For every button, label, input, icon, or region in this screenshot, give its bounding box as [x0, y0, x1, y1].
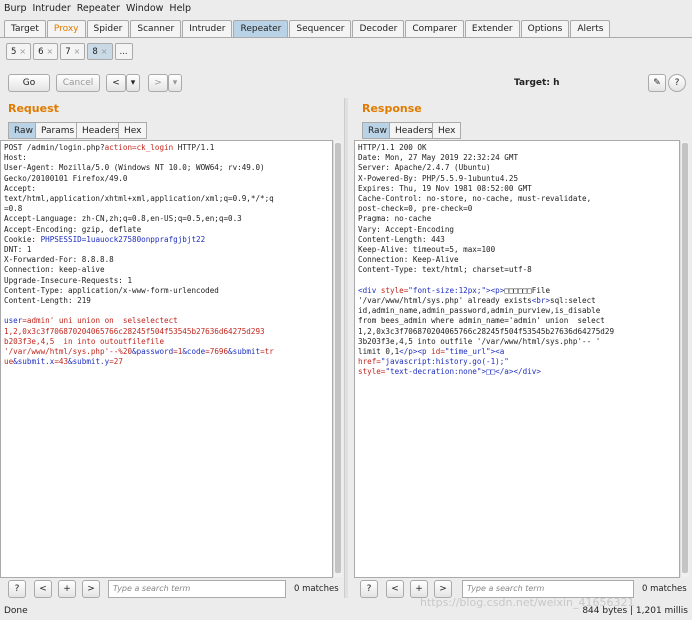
- request-text: HTTP/1.1 Host: User-Agent: Mozilla/5.0 (…: [4, 143, 274, 244]
- body-key: &submit: [228, 347, 261, 357]
- subtab-label: 6: [38, 46, 44, 57]
- request-text: POST /admin/login.php?: [4, 143, 105, 152]
- search-prev-button[interactable]: <: [34, 580, 52, 598]
- subtab-5[interactable]: 5 ×: [6, 43, 32, 60]
- tab-repeater[interactable]: Repeater: [233, 20, 289, 37]
- html-tag: <div: [358, 285, 381, 295]
- subtab-8[interactable]: 8 ×: [87, 43, 113, 60]
- response-editor[interactable]: HTTP/1.1 200 OK Date: Mon, 27 May 2019 2…: [354, 140, 680, 578]
- html-tag: >□□</a></div>: [481, 367, 541, 377]
- response-headers: HTTP/1.1 200 OK Date: Mon, 27 May 2019 2…: [358, 143, 592, 275]
- menu-window[interactable]: Window: [126, 3, 163, 14]
- request-tab-params[interactable]: Params: [35, 122, 81, 139]
- target-label: Target: h: [514, 78, 560, 88]
- body-key: &code: [182, 347, 206, 357]
- search-input[interactable]: Type a search term: [108, 580, 286, 598]
- menu-intruder[interactable]: Intruder: [32, 3, 70, 14]
- subtab-label: 5: [11, 46, 17, 57]
- tab-options[interactable]: Options: [520, 20, 570, 37]
- request-search-bar: ? < + > Type a search term 0 matches: [0, 580, 344, 598]
- tab-intruder[interactable]: Intruder: [182, 20, 233, 37]
- subtab-7[interactable]: 7 ×: [60, 43, 86, 60]
- forward-menu-button[interactable]: ▾: [168, 74, 182, 92]
- close-icon[interactable]: ×: [47, 47, 54, 56]
- body-key: &submit.y: [68, 357, 110, 367]
- tab-proxy[interactable]: Proxy: [46, 20, 86, 37]
- cancel-button[interactable]: Cancel: [56, 74, 100, 92]
- html-value: "time_url": [444, 347, 491, 357]
- html-value: "text-decration:none": [385, 367, 482, 377]
- search-matches: 0 matches: [294, 584, 339, 594]
- tab-decoder[interactable]: Decoder: [352, 20, 405, 37]
- html-tag: <br>: [531, 296, 551, 306]
- search-add-button[interactable]: +: [58, 580, 76, 598]
- html-attr: href=: [358, 357, 381, 367]
- html-tag: </p><p: [399, 347, 432, 357]
- menu-bar: Burp Intruder Repeater Window Help: [0, 0, 692, 16]
- subtab-6[interactable]: 6 ×: [33, 43, 59, 60]
- tab-scanner[interactable]: Scanner: [130, 20, 182, 37]
- body-value: =43: [54, 357, 69, 367]
- back-menu-button[interactable]: ▾: [126, 74, 140, 92]
- tab-divider: [0, 37, 692, 38]
- close-icon[interactable]: ×: [74, 47, 81, 56]
- response-title: Response: [362, 102, 422, 115]
- go-button[interactable]: Go: [8, 74, 50, 92]
- tab-target[interactable]: Target: [4, 20, 46, 37]
- repeater-subtabs: 5 × 6 × 7 × 8 × ...: [6, 43, 135, 60]
- html-tag: ><a: [490, 347, 505, 357]
- html-tag: ><p>: [486, 285, 505, 295]
- request-editor[interactable]: POST /admin/login.php?action=ck_login HT…: [0, 140, 333, 578]
- response-scrollbar[interactable]: [680, 141, 689, 577]
- request-text: DNT: 1 X-Forwarded-For: 8.8.8.8 Connecti…: [4, 245, 219, 306]
- body-key: user: [4, 316, 23, 326]
- html-attr: id=: [431, 347, 445, 357]
- close-icon[interactable]: ×: [101, 47, 108, 56]
- tab-extender[interactable]: Extender: [464, 20, 520, 37]
- menu-repeater[interactable]: Repeater: [77, 3, 120, 14]
- tab-alerts[interactable]: Alerts: [570, 20, 611, 37]
- html-attr: style=: [358, 367, 386, 377]
- body-value: =27: [109, 357, 123, 367]
- edit-target-icon[interactable]: ✎: [648, 74, 666, 92]
- tab-spider[interactable]: Spider: [86, 20, 130, 37]
- request-cookie: PHPSESSID=1uauock27580onpprafgjbjt22: [40, 234, 206, 244]
- close-icon[interactable]: ×: [19, 47, 26, 56]
- forward-button[interactable]: >: [148, 74, 168, 92]
- subtab-label: 8: [92, 46, 98, 57]
- back-button[interactable]: <: [106, 74, 126, 92]
- search-help-icon[interactable]: ?: [8, 580, 26, 598]
- body-value: =1: [173, 347, 183, 357]
- search-matches: 0 matches: [642, 584, 687, 594]
- tab-sequencer[interactable]: Sequencer: [289, 20, 352, 37]
- body-value: =7696: [205, 347, 229, 357]
- status-right: 844 bytes | 1,201 millis: [582, 606, 688, 616]
- status-bar: Done 844 bytes | 1,201 millis: [0, 604, 692, 620]
- response-tab-hex[interactable]: Hex: [432, 122, 462, 139]
- search-help-icon[interactable]: ?: [360, 580, 378, 598]
- request-scrollbar[interactable]: [333, 141, 342, 577]
- html-value: "javascript:history.go(-1);": [380, 357, 509, 367]
- split-divider[interactable]: [344, 98, 348, 598]
- menu-help[interactable]: Help: [169, 3, 191, 14]
- toolbar: Go Cancel < ▾ > ▾ Target: h ✎ ?: [8, 74, 688, 94]
- main-tabs: Target Proxy Spider Scanner Intruder Rep…: [4, 20, 611, 37]
- help-icon[interactable]: ?: [668, 74, 686, 92]
- tab-comparer[interactable]: Comparer: [405, 20, 464, 37]
- scrollbar-thumb[interactable]: [682, 143, 688, 573]
- scrollbar-thumb[interactable]: [335, 143, 341, 573]
- body-key: &password: [132, 347, 174, 357]
- search-next-button[interactable]: >: [82, 580, 100, 598]
- html-value: "font-size:12px;": [408, 285, 487, 295]
- subtab-new[interactable]: ...: [114, 43, 133, 60]
- status-left: Done: [4, 606, 28, 616]
- search-prev-button[interactable]: <: [386, 580, 404, 598]
- request-tab-hex[interactable]: Hex: [118, 122, 148, 139]
- menu-burp[interactable]: Burp: [4, 3, 26, 14]
- html-attr: style=: [380, 285, 409, 295]
- request-title: Request: [8, 102, 59, 115]
- body-key: &submit.x: [13, 357, 55, 367]
- request-param: action=ck_login: [104, 143, 174, 152]
- subtab-label: 7: [65, 46, 71, 57]
